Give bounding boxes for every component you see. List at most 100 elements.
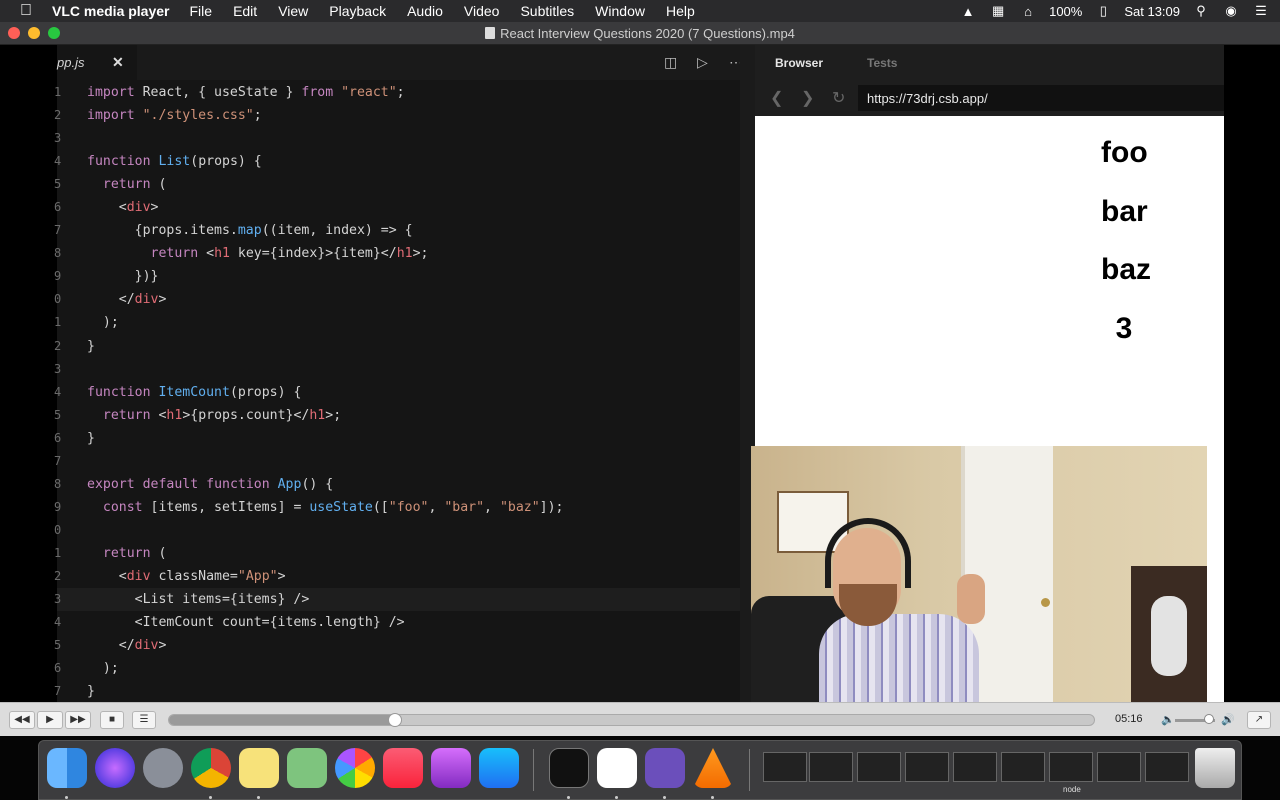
seek-bar[interactable] bbox=[168, 713, 1095, 727]
line-number: 4 bbox=[54, 154, 62, 169]
seek-knob[interactable] bbox=[387, 713, 402, 727]
trash-icon[interactable] bbox=[1195, 748, 1235, 788]
running-indicator bbox=[615, 796, 618, 799]
line-number: 7 bbox=[54, 223, 62, 238]
siri-app-icon[interactable] bbox=[95, 748, 135, 788]
menu-window[interactable]: Window bbox=[595, 3, 645, 19]
minimized-window-thumbnail[interactable] bbox=[953, 752, 997, 782]
preview-nav-bar: ❮ ❯ ↻ https://73drj.csb.app/ bbox=[755, 80, 1224, 116]
notes-icon[interactable] bbox=[239, 748, 279, 788]
music-icon[interactable] bbox=[383, 748, 423, 788]
apple-menu-icon[interactable]:  bbox=[20, 2, 38, 20]
minimized-window-thumbnail[interactable] bbox=[1097, 752, 1141, 782]
bluetooth-icon[interactable]: ▦ bbox=[989, 3, 1007, 19]
menubar-clock[interactable]: Sat 13:09 bbox=[1124, 4, 1180, 19]
playlist-button[interactable]: ☰ bbox=[132, 711, 156, 729]
app-menu[interactable]: VLC media player bbox=[52, 3, 170, 19]
fullscreen-button[interactable]: ↗ bbox=[1247, 711, 1271, 729]
code-text: })} bbox=[87, 269, 159, 285]
rewind-button[interactable]: ◀◀ bbox=[9, 711, 35, 729]
preview-page-content: foo bar baz 3 bbox=[755, 116, 1224, 446]
video-frame[interactable]: pp.js ✕ ◫ ▷ ⋯ 1 import React, { useState … bbox=[0, 45, 1280, 702]
code-text: <List items={items} /> bbox=[87, 592, 310, 608]
code-text: {props.items.map((item, index) => { bbox=[87, 223, 413, 239]
editor-tab-app-js: pp.js ✕ bbox=[57, 45, 137, 80]
code-line: 5 </div> bbox=[54, 634, 740, 657]
launchpad-icon[interactable] bbox=[143, 748, 183, 788]
stop-button[interactable]: ■ bbox=[100, 711, 124, 729]
webcam-overlay bbox=[751, 446, 1207, 702]
minimized-window-thumbnail[interactable] bbox=[857, 752, 901, 782]
volume-max-icon[interactable]: 🔊 bbox=[1221, 713, 1235, 726]
play-button[interactable]: ▶ bbox=[37, 711, 63, 729]
code-text: function List(props) { bbox=[87, 154, 262, 170]
code-line: 2 import "./styles.css"; bbox=[54, 104, 740, 127]
code-line: 0 bbox=[54, 519, 740, 542]
wifi-icon[interactable]: ⌂ bbox=[1019, 4, 1037, 19]
line-number: 1 bbox=[54, 545, 62, 560]
minimized-window-thumbnail[interactable] bbox=[1049, 752, 1093, 782]
mute-icon[interactable]: 🔈 bbox=[1161, 713, 1175, 726]
battery-percent[interactable]: 100% bbox=[1049, 4, 1082, 19]
dock-separator bbox=[533, 749, 534, 791]
elapsed-time[interactable]: 05:16 bbox=[1115, 713, 1143, 725]
menu-help[interactable]: Help bbox=[666, 3, 695, 19]
minimized-window-thumbnail[interactable] bbox=[1001, 752, 1045, 782]
minimized-window-thumbnail[interactable] bbox=[1145, 752, 1189, 782]
battery-icon[interactable]: ▯ bbox=[1094, 3, 1112, 19]
spotlight-search-icon[interactable]: ⚲ bbox=[1192, 3, 1210, 19]
photos-icon[interactable] bbox=[335, 748, 375, 788]
menu-bar:  VLC media player File Edit View Playba… bbox=[0, 0, 1280, 22]
tab-tests: Tests bbox=[867, 56, 898, 70]
vlc-status-icon[interactable]: ▲ bbox=[959, 4, 977, 19]
podcasts-icon[interactable] bbox=[431, 748, 471, 788]
back-icon: ❮ bbox=[770, 90, 784, 107]
line-number: 2 bbox=[54, 568, 62, 583]
code-line: 5 return <h1>{props.count}</h1>; bbox=[54, 404, 740, 427]
code-text: import "./styles.css"; bbox=[87, 108, 262, 124]
menu-subtitles[interactable]: Subtitles bbox=[520, 3, 574, 19]
menu-video[interactable]: Video bbox=[464, 3, 500, 19]
menu-audio[interactable]: Audio bbox=[407, 3, 443, 19]
code-lines: 1 import React, { useState } from "react"… bbox=[54, 81, 740, 702]
menu-file[interactable]: File bbox=[190, 3, 213, 19]
line-number: 5 bbox=[54, 638, 62, 653]
minimized-window-thumbnail[interactable] bbox=[905, 752, 949, 782]
code-text: <div className="App"> bbox=[87, 568, 286, 584]
line-number: 3 bbox=[54, 592, 62, 607]
editor-tab-label: pp.js bbox=[57, 55, 85, 70]
finder-icon[interactable] bbox=[47, 748, 87, 788]
line-number: 6 bbox=[54, 200, 62, 215]
code-line: 0 </div> bbox=[54, 288, 740, 311]
code-line: 1 ); bbox=[54, 311, 740, 334]
siri-icon[interactable]: ◉ bbox=[1222, 3, 1240, 19]
chrome-icon[interactable] bbox=[191, 748, 231, 788]
menu-playback[interactable]: Playback bbox=[329, 3, 386, 19]
running-indicator bbox=[663, 796, 666, 799]
line-number: 7 bbox=[54, 684, 62, 699]
app-store-icon[interactable] bbox=[479, 748, 519, 788]
line-number: 6 bbox=[54, 430, 62, 445]
webcam-door-knob bbox=[1041, 598, 1050, 607]
minimized-window-thumbnail[interactable] bbox=[763, 752, 807, 782]
notification-center-icon[interactable]: ☰ bbox=[1252, 3, 1270, 19]
line-number: 1 bbox=[54, 315, 62, 330]
menu-edit[interactable]: Edit bbox=[233, 3, 257, 19]
terminal-icon[interactable] bbox=[549, 748, 589, 788]
vscode-icon[interactable] bbox=[597, 748, 637, 788]
code-text: return ( bbox=[102, 545, 167, 561]
running-indicator bbox=[209, 796, 212, 799]
vlc-icon[interactable] bbox=[693, 748, 733, 788]
volume-knob[interactable] bbox=[1204, 714, 1214, 724]
webcam-microphone bbox=[1151, 596, 1187, 676]
minimized-window-thumbnail[interactable] bbox=[809, 752, 853, 782]
maps-icon[interactable] bbox=[287, 748, 327, 788]
forward-icon: ❯ bbox=[801, 90, 815, 107]
line-number: 3 bbox=[54, 131, 62, 146]
menu-view[interactable]: View bbox=[278, 3, 308, 19]
rendered-item-foo: foo bbox=[1101, 136, 1148, 169]
line-number: 9 bbox=[54, 269, 62, 284]
github-desktop-icon[interactable] bbox=[645, 748, 685, 788]
fast-forward-button[interactable]: ▶▶ bbox=[65, 711, 91, 729]
code-line: 6 ); bbox=[54, 657, 740, 680]
